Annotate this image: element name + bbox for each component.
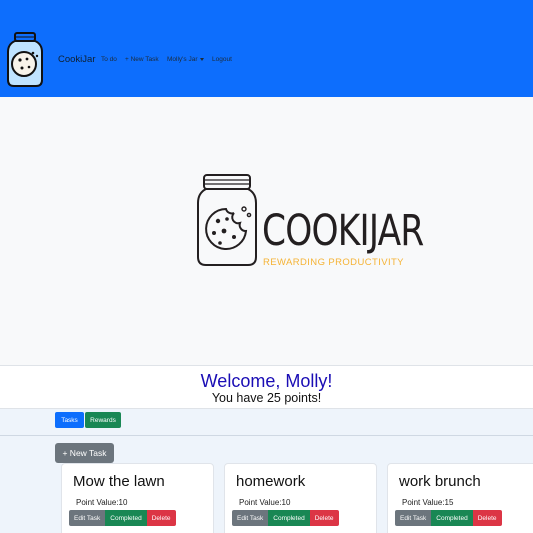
task-title: work brunch [399,473,481,490]
complete-task-button[interactable]: Completed [431,510,473,526]
points-summary: You have 25 points! [211,391,322,405]
welcome-greeting: Welcome, Molly! [200,371,333,391]
hero-title: COOKIJAR [262,206,424,256]
welcome-panel: Welcome, Molly! You have 25 points! [0,365,533,409]
nav-link-logout[interactable]: Logout [212,56,232,63]
delete-task-button[interactable]: Delete [472,510,502,526]
task-card: work brunch Point Value:15 Edit Task Com… [387,463,533,533]
task-actions: Edit Task Completed Delete [69,510,176,526]
edit-task-button[interactable]: Edit Task [69,510,106,526]
tab-tasks[interactable]: Tasks [55,412,84,428]
task-title: Mow the lawn [73,473,165,490]
chevron-down-icon [199,57,204,61]
new-task-button[interactable]: + New Task [55,443,114,463]
task-actions: Edit Task Completed Delete [395,510,502,526]
task-point-value: Point Value:15 [402,498,454,507]
nav-link-new-task[interactable]: + New Task [125,56,159,63]
tab-bar: Tasks Rewards [0,409,533,436]
complete-task-button[interactable]: Completed [105,510,147,526]
task-point-value: Point Value:10 [239,498,291,507]
complete-task-button[interactable]: Completed [268,510,310,526]
nav-dropdown-jar-label: Molly's Jar [167,56,198,63]
delete-task-button[interactable]: Delete [146,510,176,526]
task-title: homework [236,473,306,490]
cookie-jar-logo-icon[interactable] [6,32,44,88]
navbar-brand[interactable]: CookiJar [58,54,96,65]
tab-rewards[interactable]: Rewards [85,412,121,428]
task-card: homework Point Value:10 Edit Task Comple… [224,463,377,533]
nav-link-todo[interactable]: To do [101,56,117,63]
hero-tagline: REWARDING PRODUCTIVITY [263,257,404,268]
edit-task-button[interactable]: Edit Task [232,510,269,526]
navbar: CookiJar To do + New Task Molly's Jar Lo… [0,0,533,97]
task-actions: Edit Task Completed Delete [232,510,339,526]
task-card: Mow the lawn Point Value:10 Edit Task Co… [61,463,214,533]
hero-banner: COOKIJAR REWARDING PRODUCTIVITY [0,97,533,365]
task-point-value: Point Value:10 [76,498,128,507]
nav-dropdown-jar[interactable]: Molly's Jar [167,56,204,63]
cookie-jar-icon [197,174,257,266]
edit-task-button[interactable]: Edit Task [395,510,432,526]
delete-task-button[interactable]: Delete [309,510,339,526]
